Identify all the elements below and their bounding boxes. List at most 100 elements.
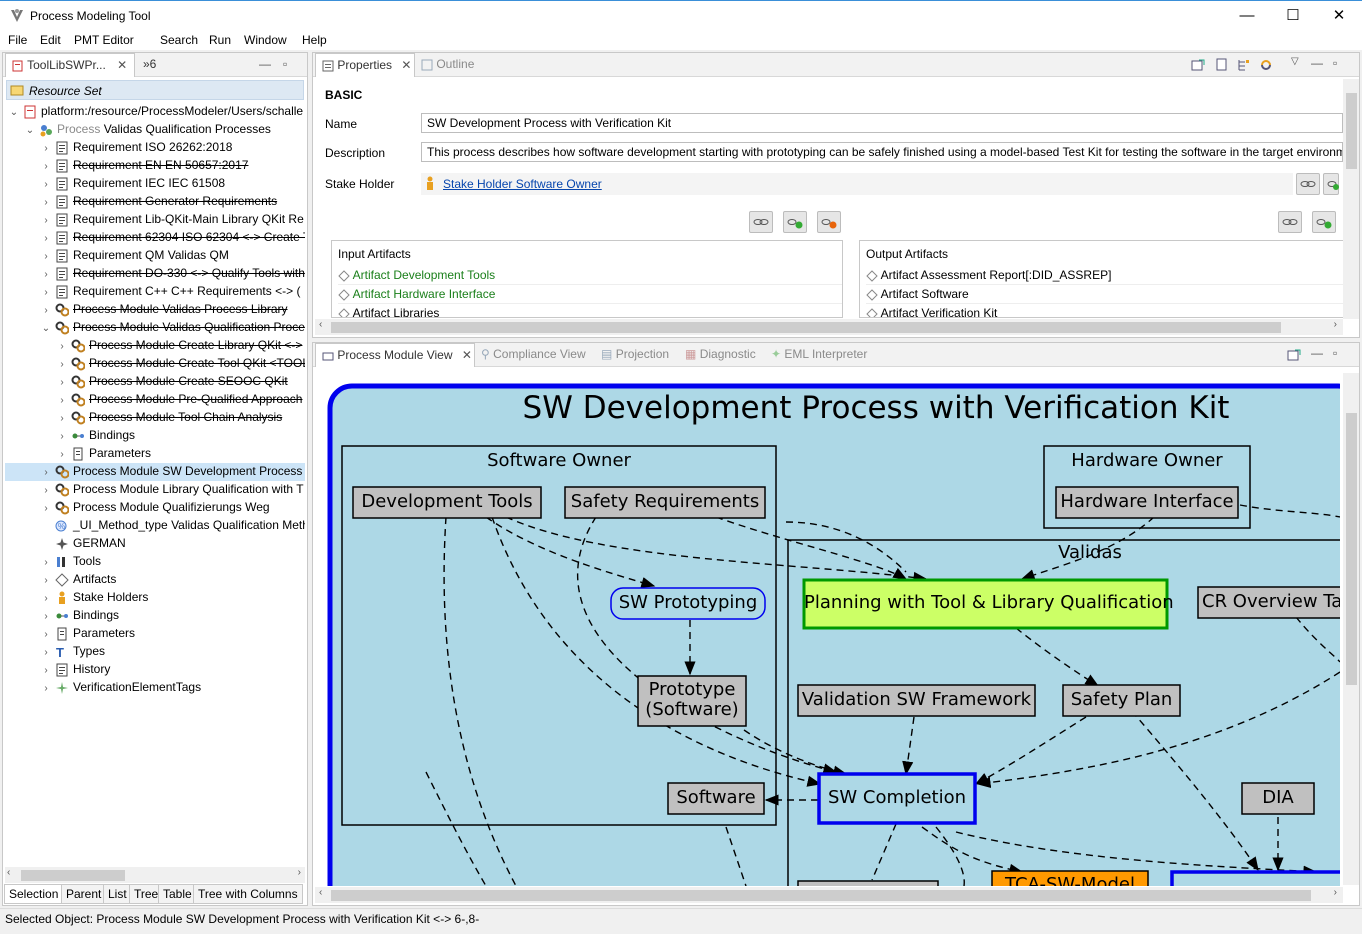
description-field[interactable]: This process describes how software deve… [421,142,1343,162]
menu-pmt-editor[interactable]: PMT Editor [74,33,134,47]
tree-item[interactable]: › Process Module SW Development Process v [5,463,305,481]
tree-item[interactable]: › T Types [5,643,305,661]
expand-arrow-icon[interactable]: › [57,356,67,373]
tree-item[interactable]: › Requirement C++ C++ Requirements <-> ( [5,283,305,301]
name-field[interactable]: SW Development Process with Verification… [421,113,1343,133]
expand-arrow-icon[interactable]: › [57,428,67,445]
list-item[interactable]: Artifact Verification Kit [866,304,1344,317]
tab-overflow[interactable]: »6 [143,53,156,77]
close-tab-icon[interactable]: ✕ [401,58,411,72]
tree-item[interactable]: › History [5,661,305,679]
tree-item[interactable]: › Tools [5,553,305,571]
tree-item[interactable]: › Requirement IEC IEC 61508 [5,175,305,193]
diagram-hscroll-thumb[interactable] [331,890,1311,901]
collapse-arrow-icon[interactable]: ⌄ [9,104,19,121]
minimize-view-icon[interactable]: — [1311,346,1323,360]
properties-vscrollbar[interactable] [1343,79,1359,319]
expand-arrow-icon[interactable]: › [41,266,51,283]
expand-arrow-icon[interactable]: › [41,608,51,625]
list-item[interactable]: Artifact Development Tools [338,266,842,285]
tab-outline[interactable]: Outline [421,53,474,77]
scroll-right-icon[interactable]: › [1334,887,1337,898]
tree-item[interactable]: › Requirement Generator Requirements [5,193,305,211]
menu-edit[interactable]: Edit [40,33,61,47]
stakeholder-field[interactable]: Stake Holder Software Owner [421,173,1293,195]
expand-arrow-icon[interactable]: › [41,554,51,571]
tree-item[interactable]: › Process Module Library Qualification wi… [5,481,305,499]
scroll-left-icon[interactable]: ‹ [319,887,322,898]
properties-hscrollbar[interactable]: ‹ › [315,319,1343,335]
tree-item[interactable]: › Requirement DO-330 <-> Qualify Tools wi… [5,265,305,283]
tab-compliance-view[interactable]: ⚲ Compliance View [481,343,586,367]
diagram-vscroll-thumb[interactable] [1346,413,1357,685]
tree-item[interactable]: › Parameters [5,625,305,643]
expand-arrow-icon[interactable]: › [41,158,51,175]
expand-arrow-icon[interactable]: › [57,446,67,463]
list-item[interactable]: Artifact Libraries [338,304,842,317]
scroll-right-icon[interactable]: › [298,867,301,878]
pin-icon[interactable] [1287,348,1301,362]
menu-file[interactable]: File [8,33,27,47]
diagram-hscrollbar[interactable]: ‹ › [315,887,1343,903]
minimize-view-icon[interactable]: — [259,53,271,77]
tree-item[interactable]: › Requirement 62304 ISO 62304 <-> Create … [5,229,305,247]
tree-item[interactable]: › Bindings [5,427,305,445]
tab-projection[interactable]: ▤ Projection [601,343,669,367]
maximize-view-icon[interactable]: ▫ [283,53,287,77]
scroll-left-icon[interactable]: ‹ [319,319,322,330]
expand-arrow-icon[interactable]: › [41,500,51,517]
tab-parent[interactable]: Parent [61,884,107,904]
add-stakeholder-button[interactable] [1323,173,1339,195]
scroll-right-icon[interactable]: › [1334,319,1337,330]
menu-window[interactable]: Window [244,33,287,47]
expand-arrow-icon[interactable]: › [57,338,67,355]
resource-set-row[interactable]: Resource Set [6,80,304,100]
close-tab-icon[interactable]: ✕ [462,348,472,362]
menu-run[interactable]: Run [209,33,231,47]
minimize-button[interactable]: — [1224,1,1270,31]
tree-item[interactable]: › Process Module Create Library QKit <-> [5,337,305,355]
expand-arrow-icon[interactable]: › [41,482,51,499]
tree-item[interactable]: GERMAN [5,535,305,553]
tree-item[interactable]: › Stake Holders [5,589,305,607]
tree-item[interactable]: › Process Module Qualifizierungs Weg [5,499,305,517]
stakeholder-link[interactable]: Stake Holder Software Owner [443,177,602,191]
link-output-button[interactable] [1278,211,1302,233]
close-tab-icon[interactable]: ✕ [117,58,127,72]
tab-table[interactable]: Table [158,884,197,904]
tree-item[interactable]: % _UI_Method_type Validas Qualification M… [5,517,305,535]
collapse-arrow-icon[interactable]: ⌄ [25,122,35,139]
tree-item[interactable]: › Requirement Lib-QKit-Main Library QKit … [5,211,305,229]
maximize-view-icon[interactable]: ▫ [1333,56,1337,70]
tab-list[interactable]: List [103,884,132,904]
menu-search[interactable]: Search [160,33,198,47]
expand-arrow-icon[interactable]: › [41,248,51,265]
tree-item[interactable]: › Process Module Create Tool QKit <TOOL [5,355,305,373]
tab-eml-interpreter[interactable]: ✦ EML Interpreter [771,343,867,367]
add-output-button[interactable] [1312,211,1336,233]
tree-item[interactable]: ⌄ platform:/resource/ProcessModeler/Users… [5,103,305,121]
tree-hscroll-thumb[interactable] [21,870,125,881]
view-menu-icon[interactable]: ▽ [1291,56,1299,67]
maximize-view-icon[interactable]: ▫ [1333,346,1337,360]
expand-arrow-icon[interactable]: › [57,410,67,427]
scroll-left-icon[interactable]: ‹ [7,867,10,878]
tree-item[interactable]: › Requirement ISO 26262:2018 [5,139,305,157]
list-item[interactable]: Artifact Software [866,285,1344,304]
expand-arrow-icon[interactable]: › [41,662,51,679]
tab-selection[interactable]: Selection [4,884,64,904]
remove-input-button[interactable] [817,211,841,233]
tab-properties[interactable]: Properties ✕ [315,53,415,77]
close-button[interactable]: ✕ [1316,1,1362,31]
expand-arrow-icon[interactable]: › [41,194,51,211]
minimize-view-icon[interactable]: — [1311,56,1323,70]
maximize-button[interactable]: ☐ [1270,1,1316,31]
sync-icon[interactable] [1259,58,1273,72]
tree-item[interactable]: › Bindings [5,607,305,625]
expand-arrow-icon[interactable]: › [57,392,67,409]
tab-tree-with-columns[interactable]: Tree with Columns [193,884,303,904]
copy-icon[interactable] [1215,58,1229,72]
expand-arrow-icon[interactable]: › [41,626,51,643]
tree-hscrollbar[interactable]: ‹ › [5,867,305,883]
tree-item[interactable]: › Requirement EN EN 50657:2017 [5,157,305,175]
